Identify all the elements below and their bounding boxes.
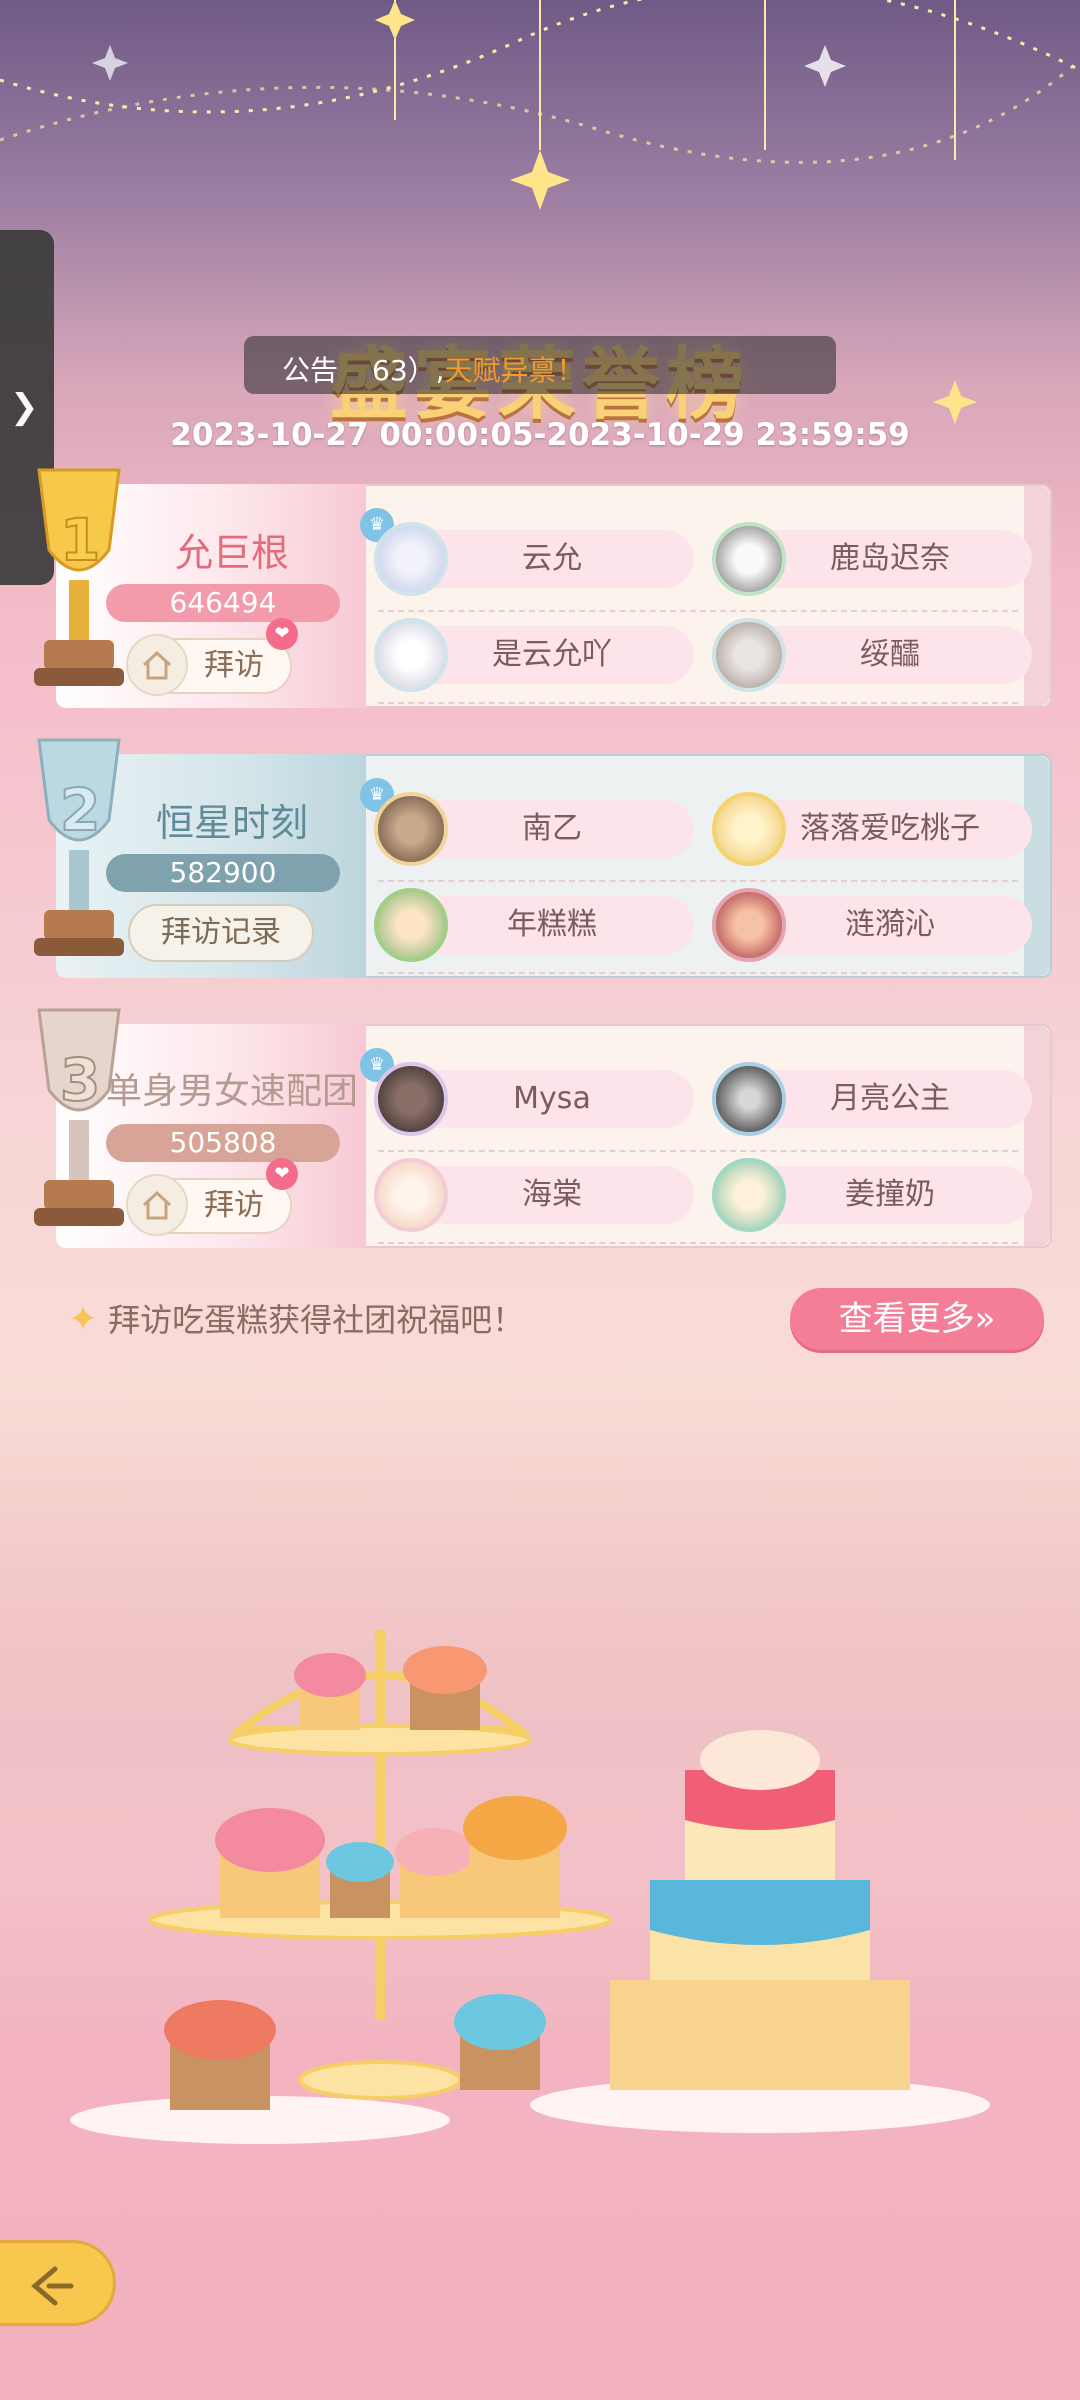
cake-illustration — [0, 1630, 1080, 2160]
member-name: 云允 — [410, 530, 694, 588]
member-item[interactable]: 云允 — [374, 522, 694, 596]
rank-number: 2 — [60, 776, 100, 844]
visit-record-button[interactable]: 拜访记录 — [128, 904, 314, 962]
member-item[interactable]: 绥醽 — [712, 618, 1032, 692]
club-section: 2 恒星时刻 582900 拜访记录 — [34, 738, 366, 978]
member-name: 姜撞奶 — [748, 1166, 1032, 1224]
member-avatar — [374, 1062, 448, 1136]
heart-icon: ❤ — [266, 618, 298, 650]
member-name: 涟漪沁 — [748, 896, 1032, 954]
member-name: 绥醽 — [748, 626, 1032, 684]
visit-button-label: 拜访 — [204, 648, 264, 683]
member-avatar — [374, 1158, 448, 1232]
notice-text: 63）,天赋异禀！ — [372, 349, 585, 389]
home-icon — [126, 634, 188, 696]
heart-icon: ❤ — [266, 1158, 298, 1190]
visit-button-label: 拜访 — [204, 1188, 264, 1223]
decorative-garland — [0, 0, 1080, 424]
rank-card-1: 1 允巨根 646494 拜访 ❤ ♛ 云允 鹿岛迟奈 是云允吖 绥醽 — [34, 468, 1052, 708]
member-avatar — [374, 792, 448, 866]
visit-button[interactable]: 拜访 ❤ — [126, 618, 298, 696]
rank-card-2: 2 恒星时刻 582900 拜访记录 ♛ 南乙 落落爱吃桃子 年糕糕 涟漪沁 — [34, 738, 1052, 978]
notice-bar[interactable]: 公告 63）,天赋异禀！ — [244, 336, 836, 394]
rank-number: 1 — [60, 506, 100, 574]
member-item[interactable]: Mysa — [374, 1062, 694, 1136]
member-item[interactable]: 南乙 — [374, 792, 694, 866]
member-name: Mysa — [410, 1070, 694, 1128]
member-item[interactable]: 年糕糕 — [374, 888, 694, 962]
member-item[interactable]: 月亮公主 — [712, 1062, 1032, 1136]
club-score: 582900 — [106, 854, 340, 892]
member-item[interactable]: 落落爱吃桃子 — [712, 792, 1032, 866]
member-avatar — [374, 888, 448, 962]
rank-number: 3 — [60, 1046, 100, 1114]
back-arrow-icon — [31, 2266, 74, 2306]
member-name: 是云允吖 — [410, 626, 694, 684]
date-range: 2023-10-27 00:00:05-2023-10-29 23:59:59 — [170, 417, 910, 453]
member-name: 年糕糕 — [410, 896, 694, 954]
member-avatar — [712, 888, 786, 962]
tip-text: 拜访吃蛋糕获得社团祝福吧！ — [108, 1301, 525, 1339]
member-item[interactable]: 是云允吖 — [374, 618, 694, 692]
member-item[interactable]: 姜撞奶 — [712, 1158, 1032, 1232]
tip-text-row: ✦ 拜访吃蛋糕获得社团祝福吧！ — [68, 1295, 524, 1341]
club-section: 3 单身男女速配团 505808 拜访 ❤ — [34, 1008, 366, 1248]
member-item[interactable]: 涟漪沁 — [712, 888, 1032, 962]
home-icon — [126, 1174, 188, 1236]
member-avatar — [374, 522, 448, 596]
member-name: 南乙 — [410, 800, 694, 858]
club-name: 恒星时刻 — [155, 801, 308, 845]
member-avatar — [712, 1158, 786, 1232]
notice-text-prefix: 63）, — [372, 354, 445, 387]
visit-button[interactable]: 拜访 ❤ — [126, 1158, 298, 1236]
rank-card-3: 3 单身男女速配团 505808 拜访 ❤ ♛ Mysa 月亮公主 海棠 姜撞奶 — [34, 1008, 1052, 1248]
notice-text-highlight: 天赋异禀！ — [444, 354, 585, 387]
sparkle-icon: ✦ — [68, 1299, 99, 1340]
club-score: 505808 — [106, 1124, 340, 1162]
club-section: 1 允巨根 646494 拜访 ❤ — [34, 468, 366, 708]
member-avatar — [374, 618, 448, 692]
club-name: 单身男女速配团 — [105, 1071, 358, 1112]
back-button[interactable] — [0, 2240, 116, 2326]
member-item[interactable]: 海棠 — [374, 1158, 694, 1232]
view-more-button[interactable]: 查看更多» — [790, 1288, 1044, 1350]
member-item[interactable]: 鹿岛迟奈 — [712, 522, 1032, 596]
club-name: 允巨根 — [174, 531, 289, 575]
member-avatar — [712, 1062, 786, 1136]
notice-label: 公告 — [282, 354, 339, 387]
member-avatar — [712, 792, 786, 866]
member-name: 落落爱吃桃子 — [748, 800, 1032, 858]
member-avatar — [712, 522, 786, 596]
member-name: 海棠 — [410, 1166, 694, 1224]
member-name: 月亮公主 — [748, 1070, 1032, 1128]
club-score: 646494 — [106, 584, 340, 622]
member-avatar — [712, 618, 786, 692]
member-name: 鹿岛迟奈 — [748, 530, 1032, 588]
